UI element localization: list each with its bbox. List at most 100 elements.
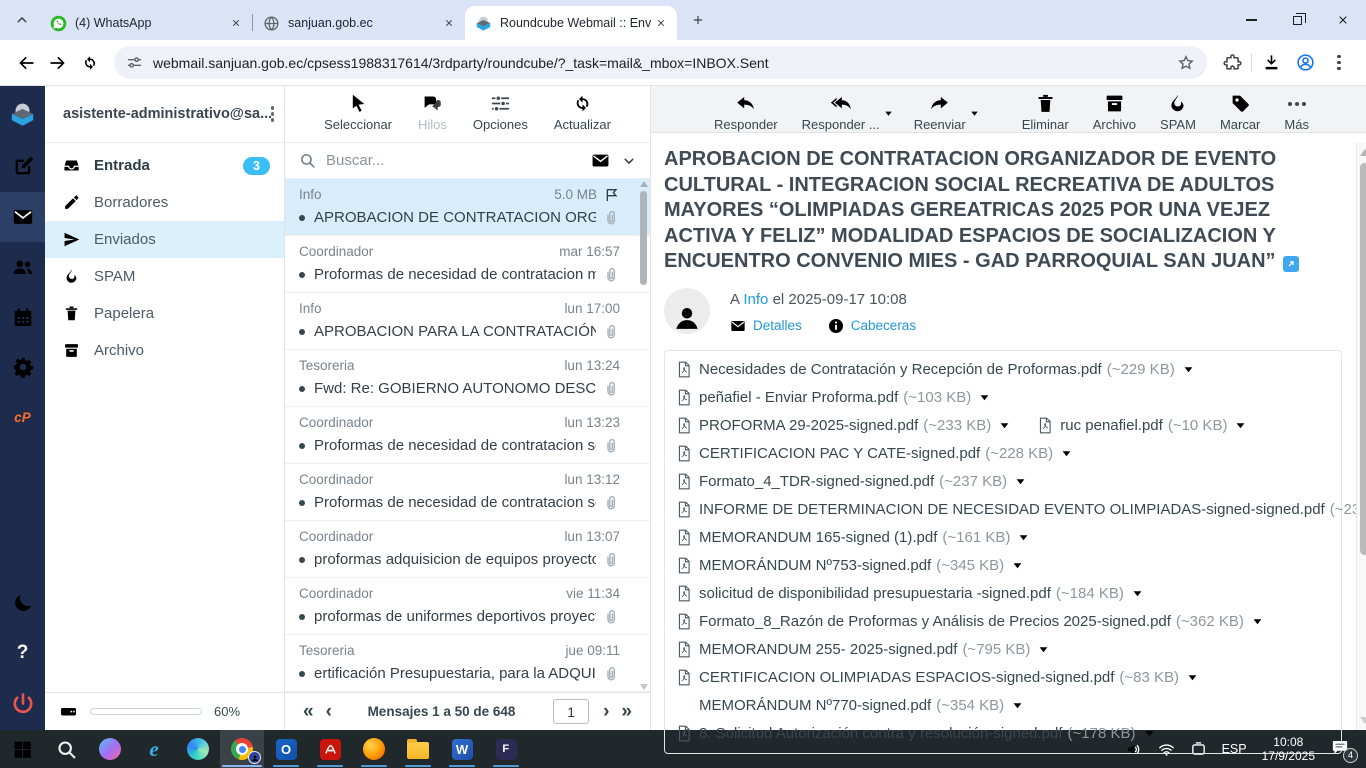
refresh-button[interactable]: Actualizar	[554, 93, 611, 132]
mail-nav-button[interactable]	[0, 192, 45, 242]
extensions-icon[interactable]	[1215, 47, 1249, 79]
flag-icon[interactable]	[604, 187, 620, 203]
help-button[interactable]: ?	[0, 628, 45, 678]
reload-button[interactable]	[74, 47, 106, 79]
address-bar[interactable]: webmail.sanjuan.gob.ec/cpsess1988317614/…	[114, 46, 1207, 79]
folder-spam[interactable]: SPAM	[45, 258, 284, 295]
browser-menu-icon[interactable]	[1322, 47, 1356, 79]
headers-toggle[interactable]: Cabeceras	[828, 318, 916, 334]
select-button[interactable]: Seleccionar	[324, 93, 392, 132]
url-text[interactable]: webmail.sanjuan.gob.ec/cpsess1988317614/…	[153, 55, 1177, 71]
attachment-item[interactable]: Necesidades de Contratación y Recepción …	[677, 356, 1194, 384]
word-icon[interactable]: W	[440, 730, 484, 768]
outlook-icon[interactable]: O	[264, 730, 308, 768]
attachment-item[interactable]: MEMORÁNDUM Nº753-signed.pdf(~345 KB)	[677, 552, 1023, 580]
settings-nav-button[interactable]	[0, 342, 45, 392]
logout-button[interactable]	[0, 678, 45, 730]
attachment-menu-icon[interactable]	[1144, 728, 1155, 739]
message-row[interactable]: Tesorerialun 13:24 Fwd: Re: GOBIERNO AUT…	[285, 350, 650, 407]
folder-enviados[interactable]: Enviados	[45, 221, 284, 258]
tab-close-icon[interactable]	[227, 15, 244, 32]
message-row[interactable]: Coordinadorlun 13:07 proformas adquisici…	[285, 521, 650, 578]
attachment-menu-icon[interactable]	[1252, 616, 1263, 627]
first-page-button[interactable]: «	[297, 702, 320, 721]
delete-button[interactable]: Eliminar	[1022, 93, 1069, 132]
close-button[interactable]	[1320, 0, 1366, 40]
spam-button[interactable]: SPAM	[1160, 93, 1196, 132]
action-center-icon[interactable]: 4	[1330, 738, 1354, 760]
message-row[interactable]: Coordinadormar 16:57 Proformas de necesi…	[285, 236, 650, 293]
reply-button[interactable]: Responder	[714, 93, 778, 132]
back-button[interactable]	[10, 47, 42, 79]
folder-papelera[interactable]: Papelera	[45, 295, 284, 332]
attachment-menu-icon[interactable]	[1132, 588, 1143, 599]
tab-close-icon[interactable]	[652, 15, 669, 32]
details-toggle[interactable]: Detalles	[730, 318, 802, 334]
internet-explorer-icon[interactable]: e	[132, 730, 176, 768]
new-tab-button[interactable]	[685, 7, 711, 33]
attachment-item[interactable]: Formato_8_Razón de Proformas y Análisis …	[677, 608, 1263, 636]
threads-button[interactable]: Hilos	[418, 93, 447, 132]
attachment-item[interactable]: Formato_4_TDR-signed-signed.pdf(~237 KB)	[677, 468, 1026, 496]
attachment-menu-icon[interactable]	[1012, 560, 1023, 571]
edge-icon[interactable]	[176, 730, 220, 768]
restore-button[interactable]	[1274, 0, 1320, 40]
compose-button[interactable]	[0, 142, 45, 192]
forward-button[interactable]	[42, 47, 74, 79]
message-row[interactable]: Coordinadorlun 13:12 Proformas de necesi…	[285, 464, 650, 521]
forward-button[interactable]: Reenviar	[914, 93, 966, 132]
folder-entrada[interactable]: Entrada 3	[45, 147, 284, 184]
contacts-nav-button[interactable]	[0, 242, 45, 292]
options-button[interactable]: Opciones	[473, 93, 528, 132]
list-scrollbar[interactable]	[639, 181, 648, 690]
start-button[interactable]	[0, 730, 44, 768]
profile-icon[interactable]	[1288, 47, 1322, 79]
chrome-icon[interactable]	[220, 730, 264, 768]
attachment-menu-icon[interactable]	[1235, 420, 1246, 431]
message-row[interactable]: Info5.0 MB APROBACION DE CONTRATACION OR…	[285, 179, 650, 236]
open-in-new-window-icon[interactable]	[1283, 256, 1299, 272]
next-page-button[interactable]: ›	[597, 702, 615, 721]
attachment-menu-icon[interactable]	[1187, 672, 1198, 683]
calendar-nav-button[interactable]	[0, 292, 45, 342]
cpanel-button[interactable]: cP	[0, 392, 45, 442]
attachment-item[interactable]: MEMORANDUM 255- 2025-signed.pdf(~795 KB)	[677, 636, 1049, 664]
prev-page-button[interactable]: ‹	[320, 702, 338, 721]
folder-borradores[interactable]: Borradores	[45, 184, 284, 221]
folder-archivo[interactable]: Archivo	[45, 332, 284, 369]
attachment-menu-icon[interactable]	[1018, 532, 1029, 543]
downloads-icon[interactable]	[1254, 47, 1288, 79]
bookmark-star-icon[interactable]	[1177, 54, 1195, 72]
attachment-item[interactable]: CERTIFICACION PAC Y CATE-signed.pdf(~228…	[677, 440, 1072, 468]
attachment-item[interactable]: MEMORANDUM 165-signed (1).pdf(~161 KB)	[677, 524, 1029, 552]
attachment-menu-icon[interactable]	[1012, 700, 1023, 711]
attachment-item[interactable]: peñafiel - Enviar Proforma.pdf(~103 KB)	[677, 384, 990, 412]
tab-close-icon[interactable]	[440, 15, 457, 32]
file-explorer-icon[interactable]	[396, 730, 440, 768]
minimize-button[interactable]	[1228, 0, 1274, 40]
tab-search-button[interactable]	[8, 6, 36, 34]
mark-button[interactable]: Marcar	[1220, 93, 1260, 132]
search-scope-icon[interactable]	[591, 151, 610, 170]
last-page-button[interactable]: »	[615, 702, 638, 721]
attachment-menu-icon[interactable]	[1183, 364, 1194, 375]
dark-mode-icon[interactable]	[0, 578, 45, 628]
scrollbar-thumb[interactable]	[640, 191, 647, 285]
scrollbar-thumb[interactable]	[1360, 163, 1366, 555]
account-menu-icon[interactable]	[271, 106, 274, 121]
attachment-item[interactable]: CERTIFICACION OLIMPIADAS ESPACIOS-signed…	[677, 664, 1198, 692]
attachment-menu-icon[interactable]	[1061, 448, 1072, 459]
search-input[interactable]	[326, 152, 591, 169]
attachment-item[interactable]: MEMORÁNDUM Nº770-signed.pdf(~354 KB)	[677, 692, 1023, 720]
attachment-menu-icon[interactable]	[1015, 476, 1026, 487]
attachment-item[interactable]: PROFORMA 29-2025-signed.pdf(~233 KB)	[677, 412, 1010, 440]
scroll-up-icon[interactable]	[640, 181, 648, 187]
attachment-item[interactable]: 8. Solicitud Autorización contra y resol…	[677, 720, 1155, 748]
site-info-icon[interactable]	[126, 54, 143, 71]
taskbar-search-icon[interactable]	[44, 730, 88, 768]
scroll-down-icon[interactable]	[1360, 717, 1366, 724]
forward-caret-icon[interactable]	[970, 109, 979, 118]
browser-tab-roundcube[interactable]: Roundcube Webmail :: Enviados	[465, 6, 677, 40]
message-row[interactable]: Tesoreriajue 09:11 ertificación Presupue…	[285, 635, 650, 692]
recipient-link[interactable]: Info	[743, 291, 768, 308]
